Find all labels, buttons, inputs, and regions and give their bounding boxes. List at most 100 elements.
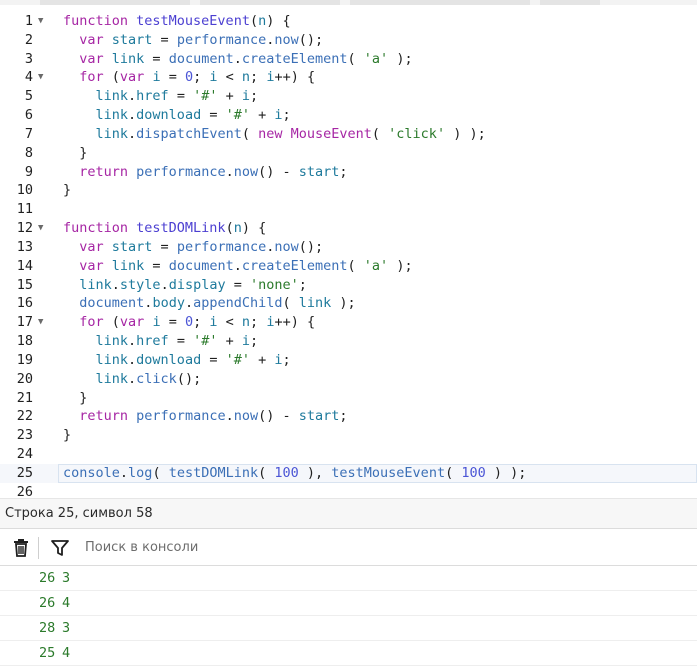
console-log-row: 26 3 — [0, 566, 697, 591]
code-text: console.log( testDOMLink( 100 ), testMou… — [63, 464, 526, 483]
console-toolbar — [0, 528, 697, 566]
line-number: 24 — [16, 446, 33, 463]
code-token: return — [79, 163, 137, 180]
code-token: ; — [250, 69, 267, 86]
code-line[interactable]: 1 ▼ function testMouseEvent(n) { — [0, 12, 697, 31]
fold-chevron-icon[interactable]: ▼ — [38, 68, 48, 87]
code-line[interactable]: 21 } — [0, 389, 697, 408]
code-token: . — [225, 163, 234, 180]
code-line[interactable]: 15 link.style.display = 'none'; — [0, 276, 697, 295]
code-token: start — [111, 238, 153, 255]
code-token: document — [79, 295, 145, 312]
code-line[interactable]: 2 var start = performance.now(); — [0, 31, 697, 50]
code-token: = — [201, 351, 226, 368]
code-token: ( — [152, 464, 169, 481]
code-token: link — [95, 125, 129, 142]
code-token: testDOMLink — [136, 220, 226, 237]
code-token: } — [63, 144, 88, 161]
code-token: var — [79, 257, 112, 274]
code-token: n — [258, 13, 267, 29]
code-token: + — [217, 88, 242, 105]
code-token: appendChild — [193, 295, 283, 312]
line-number: 2 — [24, 31, 33, 48]
code-token: performance — [136, 408, 226, 425]
console-search-input[interactable] — [79, 532, 691, 562]
console-value: 28 — [39, 620, 56, 636]
code-line[interactable]: 9 return performance.now() - start; — [0, 163, 697, 182]
code-token: + — [217, 333, 242, 350]
code-editor[interactable]: 1 ▼ function testMouseEvent(n) {2 var star… — [0, 5, 697, 498]
code-token: i — [209, 314, 218, 331]
code-token: . — [233, 50, 242, 67]
code-token: download — [136, 351, 202, 368]
code-line[interactable]: 16 document.body.appendChild( link ); — [0, 294, 697, 313]
line-number: 25 — [16, 464, 33, 481]
filter-icon[interactable] — [49, 537, 71, 559]
code-token: () - — [258, 408, 299, 425]
code-line[interactable]: 7 link.dispatchEvent( new MouseEvent( 'c… — [0, 125, 697, 144]
code-token: MouseEvent — [290, 125, 372, 142]
code-token: link — [95, 370, 129, 387]
code-line[interactable]: 10} — [0, 181, 697, 200]
code-token: ( — [347, 257, 364, 274]
line-number: 7 — [24, 125, 33, 142]
code-token: var — [119, 69, 153, 86]
code-token: 'a' — [363, 257, 389, 274]
code-text: document.body.appendChild( link ); — [63, 294, 355, 313]
code-line[interactable]: 12 ▼ function testDOMLink(n) { — [0, 219, 697, 238]
code-line[interactable]: 17 ▼ for (var i = 0; i < n; i++) { — [0, 313, 697, 332]
code-line[interactable]: 4 ▼ for (var i = 0; i < n; i++) { — [0, 68, 697, 87]
code-token: now — [274, 31, 299, 48]
code-token: function — [63, 220, 137, 237]
code-text: var start = performance.now(); — [63, 238, 323, 257]
line-number: 9 — [24, 163, 33, 180]
line-number: 11 — [16, 201, 33, 218]
fold-chevron-icon[interactable]: ▼ — [38, 12, 48, 31]
code-token: href — [136, 333, 169, 350]
trash-icon[interactable] — [10, 537, 32, 559]
code-line[interactable]: 5 link.href = '#' + i; — [0, 87, 697, 106]
code-line[interactable]: 23} — [0, 426, 697, 445]
fold-chevron-icon[interactable]: ▼ — [38, 219, 48, 238]
code-token: ( — [258, 464, 275, 481]
code-token: style — [119, 276, 161, 293]
code-token: + — [249, 351, 275, 368]
code-line[interactable]: 26 — [0, 483, 697, 498]
cursor-position: Строка 25, символ 58 — [5, 506, 153, 521]
code-token: < — [217, 69, 242, 86]
code-token: = — [152, 238, 177, 255]
code-line[interactable]: 24 — [0, 445, 697, 464]
code-token: var — [79, 238, 112, 255]
code-line[interactable]: 19 link.download = '#' + i; — [0, 351, 697, 370]
code-line[interactable]: 20 link.click(); — [0, 370, 697, 389]
code-line[interactable]: 6 link.download = '#' + i; — [0, 106, 697, 125]
code-token: createElement — [241, 50, 348, 67]
code-line[interactable]: 25 console.log( testDOMLink( 100 ), testM… — [0, 463, 697, 483]
code-line[interactable]: 8 } — [0, 144, 697, 163]
code-token: 0 — [184, 314, 194, 331]
code-token: 'a' — [363, 50, 389, 67]
code-token: link — [79, 276, 112, 293]
code-line[interactable]: 11 — [0, 200, 697, 219]
code-token: performance — [176, 31, 267, 48]
fold-chevron-icon[interactable]: ▼ — [38, 313, 48, 332]
code-line[interactable]: 22 return performance.now() - start; — [0, 407, 697, 426]
code-token: '#' — [225, 351, 250, 368]
code-token: ( — [282, 295, 299, 312]
code-token: . — [225, 408, 234, 425]
code-token: ( — [249, 13, 259, 29]
code-text: function testDOMLink(n) { — [63, 219, 266, 238]
line-number: 1 — [24, 13, 33, 29]
code-line[interactable]: 3 var link = document.createElement( 'a'… — [0, 50, 697, 69]
code-token: = — [168, 333, 194, 350]
code-line[interactable]: 18 link.href = '#' + i; — [0, 332, 697, 351]
code-line[interactable]: 14 var link = document.createElement( 'a… — [0, 257, 697, 276]
toolbar-separator — [38, 537, 39, 559]
code-token: log — [128, 464, 153, 481]
code-token: 'none' — [250, 276, 299, 293]
code-line[interactable]: 13 var start = performance.now(); — [0, 238, 697, 257]
